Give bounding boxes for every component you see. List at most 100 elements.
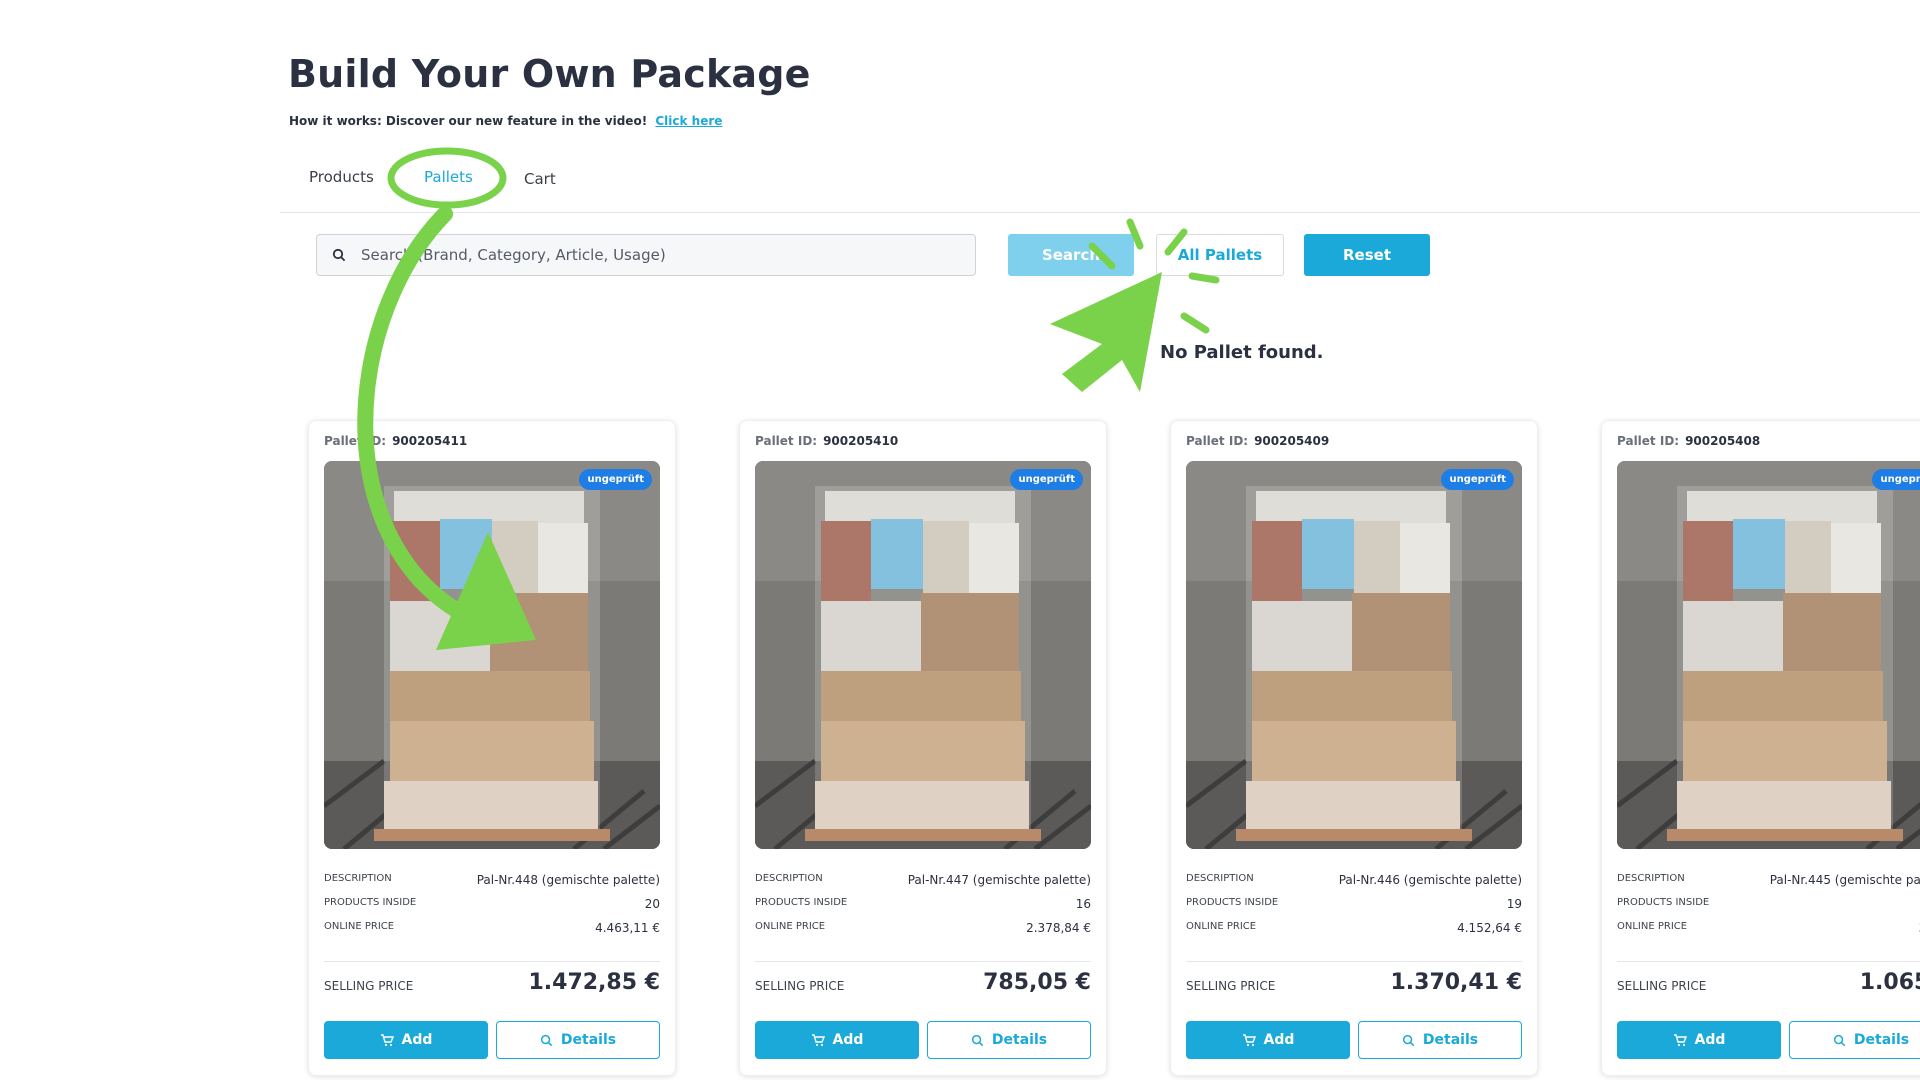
online-price-label: ONLINE PRICE bbox=[755, 921, 826, 932]
pallet-id-line: Pallet ID: 900205408 bbox=[1617, 434, 1760, 448]
pointer-arrow bbox=[1050, 272, 1162, 392]
description-row: DESCRIPTION Pal-Nr.445 (gemischte palette… bbox=[1617, 873, 1920, 887]
selling-price-value: 785,05 € bbox=[983, 970, 1091, 995]
pallet-image bbox=[324, 461, 660, 849]
tab-cart[interactable]: Cart bbox=[524, 170, 556, 188]
products-inside-value: 16 bbox=[1075, 897, 1091, 911]
pallet-photo[interactable]: ungeprüft bbox=[324, 461, 660, 849]
pallet-photo[interactable]: ungeprüft bbox=[1617, 461, 1920, 849]
click-here-link[interactable]: Click here bbox=[655, 114, 722, 128]
selling-price-label: SELLING PRICE bbox=[1617, 979, 1707, 993]
reset-button[interactable]: Reset bbox=[1304, 234, 1430, 276]
online-price-value: 2.378,84 € bbox=[1026, 921, 1091, 935]
pallet-id-label: Pallet ID: bbox=[1186, 434, 1249, 448]
card-divider bbox=[1186, 961, 1522, 962]
magnifier-icon bbox=[1833, 1034, 1846, 1046]
online-price-label: ONLINE PRICE bbox=[324, 921, 395, 932]
no-pallet-found-message: No Pallet found. bbox=[1160, 342, 1324, 363]
details-button[interactable]: Details bbox=[1789, 1021, 1920, 1059]
description-label: DESCRIPTION bbox=[1186, 873, 1254, 884]
selling-price-label: SELLING PRICE bbox=[755, 979, 845, 993]
cart-icon bbox=[1242, 1033, 1256, 1046]
unchecked-badge: ungeprüft bbox=[1010, 469, 1083, 490]
details-label: Details bbox=[991, 1032, 1048, 1048]
how-it-works-line: How it works: Discover our new feature i… bbox=[289, 114, 722, 128]
details-label: Details bbox=[1853, 1032, 1910, 1048]
products-inside-value: 20 bbox=[644, 897, 660, 911]
pallet-id-label: Pallet ID: bbox=[1617, 434, 1680, 448]
online-price-row: ONLINE PRICE 2.378,84 € bbox=[755, 921, 1091, 935]
products-inside-label: PRODUCTS INSIDE bbox=[1186, 897, 1279, 908]
selling-price-value: 1.370,41 € bbox=[1390, 970, 1522, 995]
pallet-id-value: 900205410 bbox=[823, 434, 899, 448]
tab-pallets[interactable]: Pallets bbox=[424, 168, 473, 186]
details-button[interactable]: Details bbox=[1358, 1021, 1522, 1059]
add-button[interactable]: Add bbox=[755, 1021, 919, 1059]
details-button[interactable]: Details bbox=[927, 1021, 1091, 1059]
tab-divider bbox=[280, 212, 1920, 213]
magnifier-icon bbox=[971, 1034, 984, 1046]
how-it-works-text: How it works: Discover our new feature i… bbox=[289, 114, 648, 128]
details-label: Details bbox=[560, 1032, 617, 1048]
add-label: Add bbox=[1694, 1032, 1726, 1048]
magnifier-icon bbox=[540, 1034, 553, 1046]
add-button[interactable]: Add bbox=[1617, 1021, 1781, 1059]
products-inside-label: PRODUCTS INSIDE bbox=[1617, 897, 1710, 908]
pallet-id-line: Pallet ID: 900205409 bbox=[1186, 434, 1329, 448]
pallet-photo[interactable]: ungeprüft bbox=[1186, 461, 1522, 849]
all-pallets-button[interactable]: All Pallets bbox=[1156, 234, 1284, 276]
selling-price-label: SELLING PRICE bbox=[324, 979, 414, 993]
add-label: Add bbox=[1263, 1032, 1295, 1048]
description-label: DESCRIPTION bbox=[755, 873, 823, 884]
pallet-card-4: Pallet ID: 900205408 ungepr DESCRIPTION … bbox=[1601, 420, 1920, 1076]
unchecked-badge: ungeprüft bbox=[579, 469, 652, 490]
unchecked-badge: ungeprüft bbox=[1872, 469, 1920, 490]
pallet-id-label: Pallet ID: bbox=[755, 434, 818, 448]
online-price-label: ONLINE PRICE bbox=[1617, 921, 1688, 932]
search-input[interactable] bbox=[361, 235, 975, 275]
online-price-value: 4.463,11 € bbox=[595, 921, 660, 935]
products-inside-row: PRODUCTS INSIDE 16 bbox=[755, 897, 1091, 911]
add-button[interactable]: Add bbox=[324, 1021, 488, 1059]
description-row: DESCRIPTION Pal-Nr.448 (gemischte palette… bbox=[324, 873, 660, 887]
add-button[interactable]: Add bbox=[1186, 1021, 1350, 1059]
pallet-id-line: Pallet ID: 900205411 bbox=[324, 434, 467, 448]
search-field[interactable] bbox=[316, 234, 976, 276]
description-label: DESCRIPTION bbox=[324, 873, 392, 884]
description-row: DESCRIPTION Pal-Nr.446 (gemischte palette… bbox=[1186, 873, 1522, 887]
card-divider bbox=[1617, 961, 1920, 962]
products-inside-label: PRODUCTS INSIDE bbox=[324, 897, 417, 908]
online-price-row: ONLINE PRICE3.229 bbox=[1617, 921, 1920, 935]
cart-icon bbox=[811, 1033, 825, 1046]
online-price-row: ONLINE PRICE 4.152,64 € bbox=[1186, 921, 1522, 935]
online-price-row: ONLINE PRICE 4.463,11 € bbox=[324, 921, 660, 935]
products-inside-row: PRODUCTS INSIDE 20 bbox=[324, 897, 660, 911]
card-divider bbox=[324, 961, 660, 962]
search-button[interactable]: Search bbox=[1008, 234, 1134, 276]
tab-products[interactable]: Products bbox=[309, 168, 374, 186]
pallet-id-line: Pallet ID: 900205410 bbox=[755, 434, 898, 448]
pallet-card-1: Pallet ID: 900205411 ungeprüft DESCRIPTI… bbox=[308, 420, 676, 1076]
search-icon bbox=[317, 248, 361, 262]
products-inside-value: 19 bbox=[1506, 897, 1522, 911]
pallet-photo[interactable]: ungeprüft bbox=[755, 461, 1091, 849]
pallet-id-value: 900205411 bbox=[392, 434, 468, 448]
selling-price-value: 1.472,85 € bbox=[528, 970, 660, 995]
pallet-id-value: 900205409 bbox=[1254, 434, 1330, 448]
pallet-image bbox=[1617, 461, 1920, 849]
details-label: Details bbox=[1422, 1032, 1479, 1048]
description-value: Pal-Nr.445 (gemischte palette) bbox=[1769, 873, 1920, 887]
description-value: Pal-Nr.448 (gemischte palette) bbox=[476, 873, 660, 887]
pallet-image bbox=[755, 461, 1091, 849]
card-divider bbox=[755, 961, 1091, 962]
description-label: DESCRIPTION bbox=[1617, 873, 1685, 884]
online-price-label: ONLINE PRICE bbox=[1186, 921, 1257, 932]
page-title: Build Your Own Package bbox=[288, 52, 811, 96]
online-price-value: 4.152,64 € bbox=[1457, 921, 1522, 935]
description-value: Pal-Nr.447 (gemischte palette) bbox=[907, 873, 1091, 887]
add-label: Add bbox=[832, 1032, 864, 1048]
unchecked-badge: ungeprüft bbox=[1441, 469, 1514, 490]
description-row: DESCRIPTION Pal-Nr.447 (gemischte palette… bbox=[755, 873, 1091, 887]
details-button[interactable]: Details bbox=[496, 1021, 660, 1059]
products-inside-row: PRODUCTS INSIDE bbox=[1617, 897, 1920, 908]
